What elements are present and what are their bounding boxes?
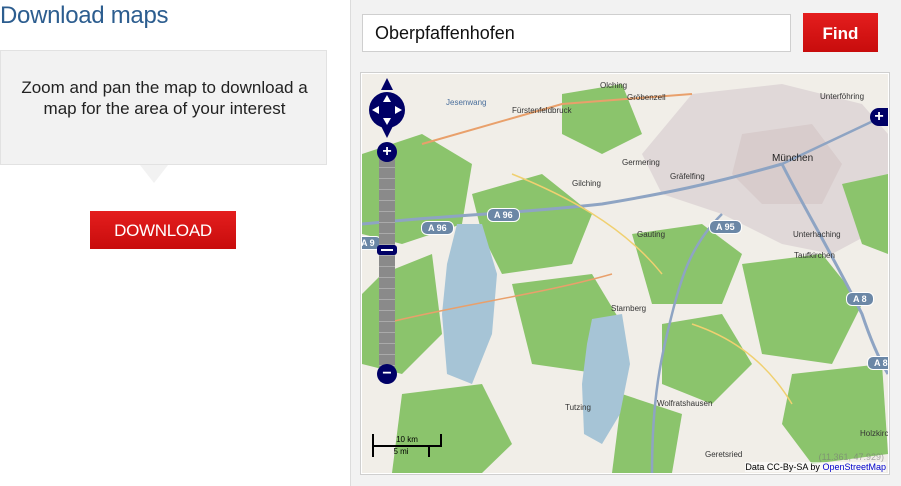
info-text: Zoom and pan the map to download a map f… bbox=[21, 78, 308, 118]
map-place-label: Gauting bbox=[637, 230, 666, 239]
map-place-label: Geretsried bbox=[705, 450, 743, 459]
location-search-input[interactable] bbox=[362, 14, 791, 52]
zoom-in-button[interactable]: + bbox=[377, 142, 397, 162]
map-place-label: Olching bbox=[600, 81, 628, 90]
map-place-label: Wolfratshausen bbox=[657, 399, 713, 408]
map-place-label: München bbox=[772, 153, 814, 164]
road-shield: A 96 bbox=[421, 221, 454, 235]
map-place-label: Gräfelfing bbox=[670, 172, 705, 181]
map-place-label: Starnberg bbox=[611, 304, 647, 313]
map-viewport[interactable]: Olching Gröbenzell Unterföhring Fürstenf… bbox=[362, 74, 888, 473]
road-shield: A 8 bbox=[867, 356, 888, 370]
map-tiles bbox=[362, 74, 888, 473]
page-title: Download maps bbox=[0, 2, 169, 29]
download-button[interactable]: DOWNLOAD bbox=[90, 211, 236, 249]
find-button[interactable]: Find bbox=[803, 13, 878, 52]
map-attribution: Data CC-By-SA by OpenStreetMap bbox=[745, 462, 886, 472]
map-place-label: Taufkirchen bbox=[794, 251, 835, 260]
map-place-label: Gilching bbox=[572, 179, 601, 188]
info-box-pointer bbox=[140, 165, 168, 183]
map-place-label: Holzkirch bbox=[860, 429, 888, 438]
map-place-label: Germering bbox=[622, 158, 660, 167]
map-place-label: Unterföhring bbox=[820, 92, 865, 101]
zoom-slider-handle[interactable] bbox=[377, 245, 397, 255]
road-shield: A 96 bbox=[487, 208, 520, 222]
layer-switcher-button[interactable]: + bbox=[870, 108, 888, 126]
scale-bar: 10 km 5 mi bbox=[372, 434, 442, 458]
info-box: Zoom and pan the map to download a map f… bbox=[0, 50, 327, 165]
openstreetmap-link[interactable]: OpenStreetMap bbox=[822, 462, 886, 472]
scale-km: 10 km bbox=[372, 434, 442, 447]
map-place-label: Fürstenfeldbruck bbox=[512, 106, 572, 115]
zoom-bar: + − bbox=[377, 142, 397, 384]
pan-control[interactable] bbox=[368, 78, 406, 138]
road-shield: A 95 bbox=[709, 220, 742, 234]
mouse-position: (11.361, 47.929) bbox=[818, 452, 884, 462]
scale-mi: 5 mi bbox=[372, 447, 430, 457]
map-place-label: Tutzing bbox=[565, 403, 591, 412]
zoom-track[interactable] bbox=[379, 156, 395, 368]
map-place-label: Unterhaching bbox=[793, 230, 841, 239]
zoom-out-button[interactable]: − bbox=[377, 364, 397, 384]
road-shield: A 8 bbox=[846, 292, 874, 306]
map-place-label: Gröbenzell bbox=[627, 93, 666, 102]
attribution-text: Data CC-By-SA by bbox=[745, 462, 820, 472]
map-place-label: Jesenwang bbox=[446, 98, 487, 107]
